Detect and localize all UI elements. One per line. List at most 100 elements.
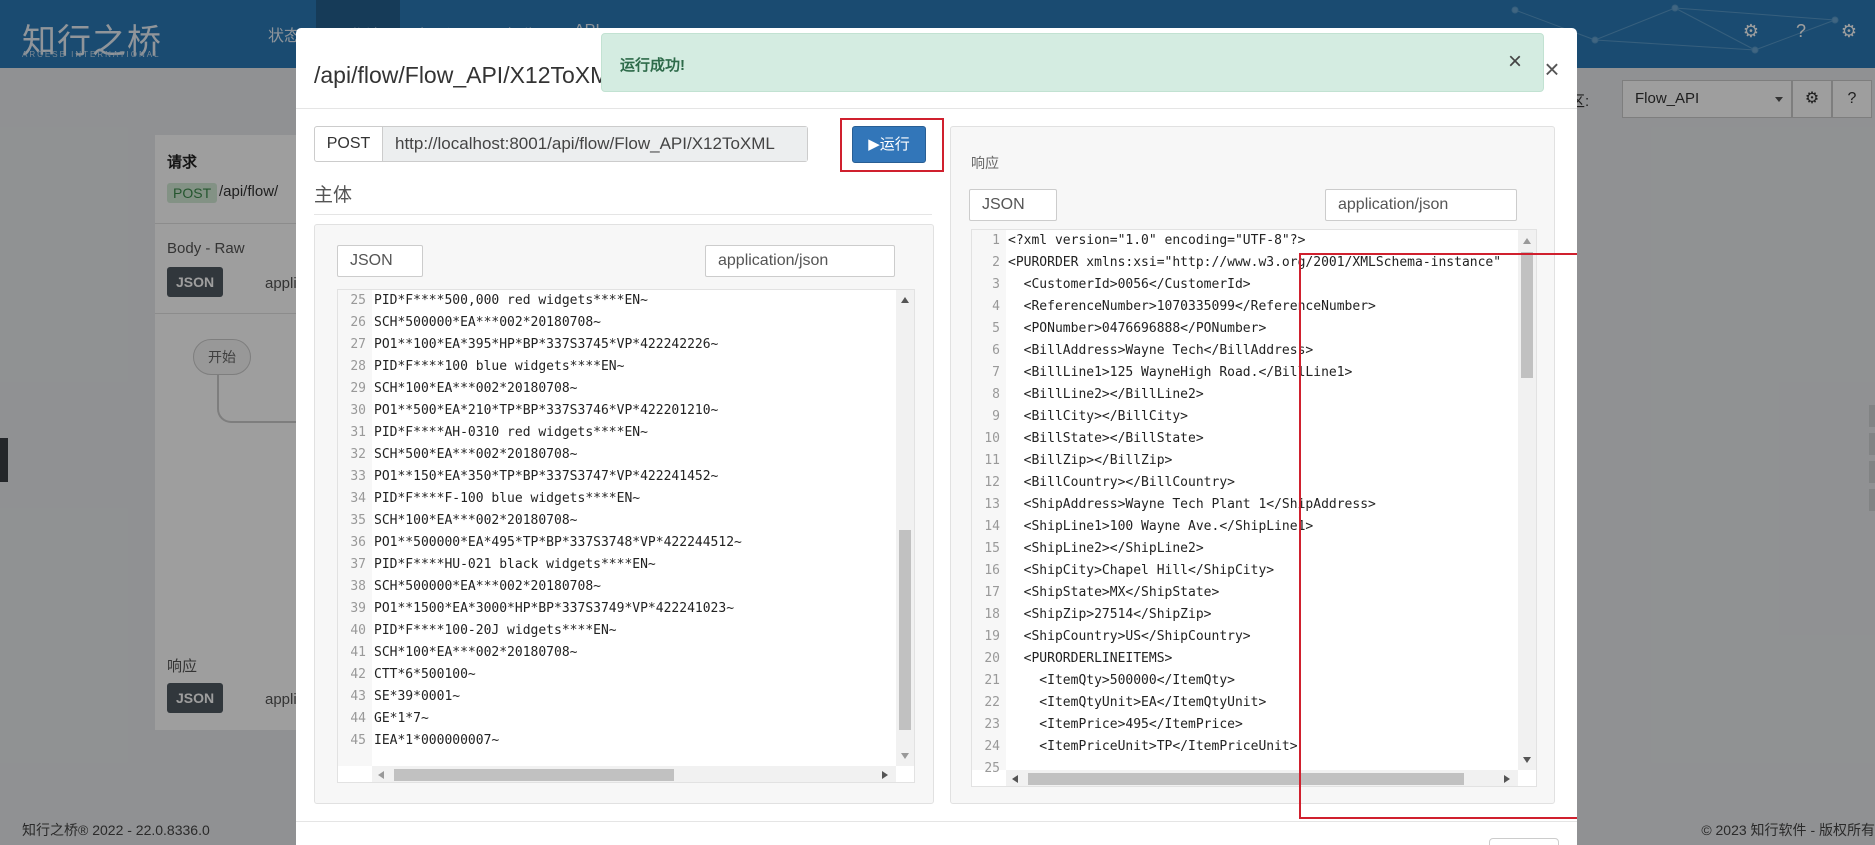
line-number: 11: [984, 453, 1000, 468]
body-section-title: 主体: [314, 185, 353, 206]
line-number: 13: [984, 497, 1000, 512]
line-number: 43: [350, 689, 366, 704]
success-toast: 运行成功! ×: [601, 33, 1544, 92]
toast-message: 运行成功!: [620, 57, 685, 74]
scroll-left-icon[interactable]: [378, 771, 384, 779]
line-number: 5: [992, 321, 1000, 336]
line-number: 32: [350, 447, 366, 462]
line-number: 28: [350, 359, 366, 374]
response-content-type[interactable]: application/json: [1325, 189, 1517, 221]
code-line: PID*F****HU-021 black widgets****EN~: [374, 557, 656, 572]
http-method: POST: [315, 127, 383, 161]
line-number: 23: [984, 717, 1000, 732]
code-line: IEA*1*000000007~: [374, 733, 500, 748]
line-number: 25: [984, 761, 1000, 776]
code-line: PO1**1500*EA*3000*HP*BP*337S3749*VP*4222…: [374, 601, 735, 616]
response-title: 响应: [971, 155, 999, 171]
scrollbar-thumb[interactable]: [899, 530, 911, 730]
code-line: SCH*500000*EA***002*20180708~: [374, 315, 601, 330]
horizontal-scrollbar[interactable]: [372, 766, 896, 782]
request-url-input[interactable]: http://localhost:8001/api/flow/Flow_API/…: [383, 127, 807, 161]
line-number: 36: [350, 535, 366, 550]
code-line: PO1**500000*EA*495*TP*BP*337S3748*VP*422…: [374, 535, 742, 550]
line-number: 33: [350, 469, 366, 484]
line-number: 19: [984, 629, 1000, 644]
code-line: PO1**150*EA*350*TP*BP*337S3747*VP*422241…: [374, 469, 719, 484]
scrollbar-thumb[interactable]: [394, 769, 674, 781]
line-number: 35: [350, 513, 366, 528]
line-number: 34: [350, 491, 366, 506]
scroll-left-icon[interactable]: [1012, 775, 1018, 783]
request-format-tag[interactable]: JSON: [337, 245, 423, 277]
play-icon: ▶: [868, 136, 880, 153]
request-body-panel: JSON application/json 25 26 27 28 29 30 31 32 33…: [314, 224, 934, 804]
line-number: 21: [984, 673, 1000, 688]
line-number: 9: [992, 409, 1000, 424]
line-number-gutter: 1 2 3 4 5 6 7 8 9 10 11 12 13 14 15 16 17 18 19 20 21 22 23 24 2…: [972, 230, 1006, 776]
modal-title: /api/flow/Flow_API/X12ToXM: [314, 62, 610, 88]
scroll-right-icon[interactable]: [882, 771, 888, 779]
code-line: SCH*100*EA***002*20180708~: [374, 645, 578, 660]
code-line: PID*F****F-100 blue widgets****EN~: [374, 491, 641, 506]
line-number: 4: [992, 299, 1000, 314]
scroll-up-icon[interactable]: [1523, 238, 1531, 244]
line-number: 27: [350, 337, 366, 352]
line-number: 3: [992, 277, 1000, 292]
api-test-modal: /api/flow/Flow_API/X12ToXM × POST http:/…: [296, 28, 1577, 845]
close-icon[interactable]: ×: [1501, 48, 1529, 76]
line-number: 22: [984, 695, 1000, 710]
line-number: 41: [350, 645, 366, 660]
line-number: 38: [350, 579, 366, 594]
code-line: PO1**500*EA*210*TP*BP*337S3746*VP*422201…: [374, 403, 719, 418]
line-number: 24: [984, 739, 1000, 754]
run-button-label: 运行: [879, 136, 910, 153]
code-line: SCH*100*EA***002*20180708~: [374, 381, 578, 396]
line-number: 42: [350, 667, 366, 682]
code-line: SCH*500*EA***002*20180708~: [374, 447, 578, 462]
line-number: 30: [350, 403, 366, 418]
line-number: 18: [984, 607, 1000, 622]
code-line: SCH*500000*EA***002*20180708~: [374, 579, 601, 594]
divider: [296, 108, 1577, 109]
scroll-up-icon[interactable]: [901, 297, 909, 303]
code-line: CTT*6*500100~: [374, 667, 476, 682]
request-code: PID*F****500,000 red widgets****EN~ SCH*5…: [374, 290, 742, 752]
code-line: PID*F****500,000 red widgets****EN~: [374, 293, 648, 308]
footer-close-button[interactable]: [1489, 838, 1559, 845]
line-number: 8: [992, 387, 1000, 402]
line-number: 15: [984, 541, 1000, 556]
response-highlight: [1299, 253, 1577, 819]
line-number: 14: [984, 519, 1000, 534]
vertical-scrollbar[interactable]: [896, 290, 914, 766]
run-button[interactable]: ▶运行: [852, 126, 926, 163]
line-number: 20: [984, 651, 1000, 666]
request-url-group: POST http://localhost:8001/api/flow/Flow…: [314, 126, 808, 162]
line-number: 1: [992, 233, 1000, 248]
scroll-down-icon[interactable]: [901, 753, 909, 759]
line-number: 44: [350, 711, 366, 726]
request-content-type[interactable]: application/json: [705, 245, 895, 277]
code-line: SE*39*0001~: [374, 689, 461, 704]
line-number: 10: [984, 431, 1000, 446]
line-number: 26: [350, 315, 366, 330]
code-line: PO1**100*EA*395*HP*BP*337S3745*VP*422242…: [374, 337, 719, 352]
line-number: 2: [992, 255, 1000, 270]
code-line: <?xml version="1.0" encoding="UTF-8"?>: [1008, 233, 1306, 248]
line-number: 16: [984, 563, 1000, 578]
code-line: PID*F****AH-0310 red widgets****EN~: [374, 425, 648, 440]
code-line: SCH*100*EA***002*20180708~: [374, 513, 578, 528]
request-body-editor[interactable]: 25 26 27 28 29 30 31 32 33 34 35 36 37 38 39 40 41 42 43 44…: [337, 289, 915, 783]
line-number: 25: [350, 293, 366, 308]
code-line: PID*F****100 blue widgets****EN~: [374, 359, 625, 374]
divider: [296, 821, 1577, 822]
code-line: PID*F****100-20J widgets****EN~: [374, 623, 617, 638]
line-number: 6: [992, 343, 1000, 358]
divider: [314, 214, 932, 215]
response-format-tag[interactable]: JSON: [969, 189, 1057, 221]
line-number: 17: [984, 585, 1000, 600]
line-number: 39: [350, 601, 366, 616]
line-number: 29: [350, 381, 366, 396]
line-number-gutter: 25 26 27 28 29 30 31 32 33 34 35 36 37 38 39 40 41 42 43 44…: [338, 290, 372, 766]
line-number: 12: [984, 475, 1000, 490]
line-number: 40: [350, 623, 366, 638]
